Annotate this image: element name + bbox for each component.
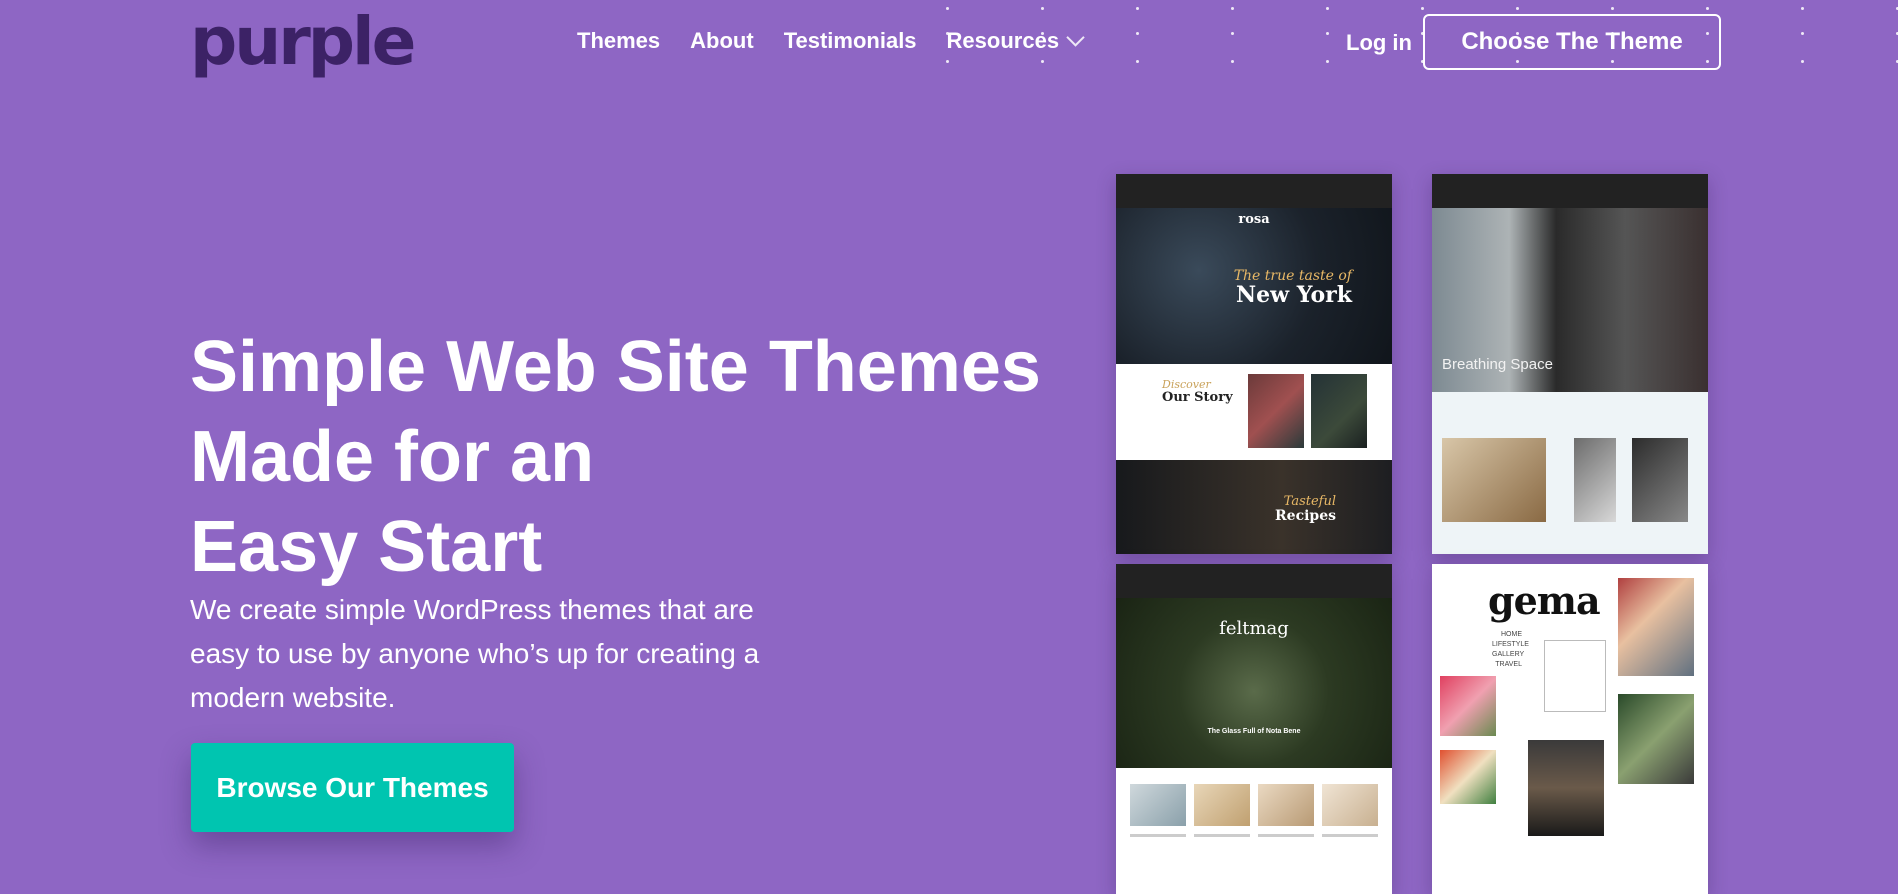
theme-card-rosa[interactable]: rosa The true taste of New York Discover… [1116,174,1392,554]
feltmag-brand: feltmag [1219,618,1289,639]
gema-photo-3 [1618,694,1694,784]
breathing-gallery [1432,392,1708,554]
feltmag-posts [1116,768,1392,894]
main-nav: Themes About Testimonials Resources [577,27,1112,54]
theme-card-gema[interactable]: gema HOME LIFESTYLE GALLERY TRAVEL [1432,564,1708,894]
hero-title-line-1: Simple Web Site Themes [190,327,1041,407]
breathing-photo-3 [1632,438,1688,522]
hero-title-line-3: Easy Start [190,507,543,587]
feltmag-thumb-4 [1322,784,1378,826]
nav-resources[interactable]: Resources [946,27,1085,54]
breathing-title: Breathing Space [1442,356,1553,373]
rosa-recipes-section: Tasteful Recipes [1116,460,1392,554]
theme-card-feltmag[interactable]: feltmag The Glass Full of Nota Bene [1116,564,1392,894]
gema-menu: HOME LIFESTYLE GALLERY TRAVEL [1492,630,1529,670]
rosa-brand: rosa [1238,212,1270,227]
breathing-photo-1 [1442,438,1546,522]
gema-photo-4 [1440,750,1496,804]
gema-photo-2 [1440,676,1496,736]
feltmag-post-text [1258,834,1314,837]
feltmag-thumb-3 [1258,784,1314,826]
rosa-tagline: New York [1235,282,1352,308]
browse-themes-button[interactable]: Browse Our Themes [191,743,514,832]
gema-photo-5 [1528,740,1604,836]
breathing-photo-2 [1574,438,1616,522]
gema-brand: gema [1488,578,1601,623]
rosa-story-title: Our Story [1162,390,1233,405]
feltmag-thumb-1 [1130,784,1186,826]
nav-testimonials-label: Testimonials [783,28,917,53]
nav-testimonials[interactable]: Testimonials [784,28,917,54]
card-top-bar [1432,174,1708,208]
theme-card-breathing-space[interactable]: Breathing Space [1432,174,1708,554]
nav-themes[interactable]: Themes [577,28,660,54]
feltmag-post-text [1130,834,1186,837]
logo[interactable]: purple [190,6,416,78]
feltmag-hero-image: feltmag The Glass Full of Nota Bene [1116,598,1392,768]
gema-menu-item: TRAVEL [1495,661,1522,668]
gema-menu-item: HOME [1501,631,1522,638]
nav-about[interactable]: About [690,28,754,54]
nav-themes-label: Themes [577,28,661,53]
rosa-hero-image: rosa The true taste of New York [1116,208,1392,364]
hero-title: Simple Web Site Themes Made for an Easy … [190,322,1041,592]
gema-photo-1 [1618,578,1694,676]
feltmag-post-text [1194,834,1250,837]
feltmag-thumb-2 [1194,784,1250,826]
rosa-story-image-1 [1248,374,1304,448]
chevron-down-icon [1066,27,1085,47]
feltmag-post-text [1322,834,1378,837]
choose-theme-button[interactable]: Choose The Theme [1423,14,1721,70]
gema-menu-item: GALLERY [1492,651,1525,658]
rosa-story-image-2 [1311,374,1367,448]
rosa-recipes-script: Tasteful [1283,494,1336,509]
hero-title-line-2: Made for an [190,417,595,497]
gema-page: gema HOME LIFESTYLE GALLERY TRAVEL [1432,564,1708,864]
rosa-recipes-title: Recipes [1275,508,1336,524]
hero-subtitle: We create simple WordPress themes that a… [190,594,760,713]
card-top-bar [1116,564,1392,598]
rosa-story-section: Discover Our Story [1116,364,1392,460]
nav-resources-label: Resources [946,28,1060,53]
gema-menu-item: LIFESTYLE [1492,641,1529,648]
breathing-hero-image: Breathing Space [1432,208,1708,392]
nav-about-label: About [690,28,754,53]
login-link[interactable]: Log in [1346,30,1412,56]
site-header: purple Themes About Testimonials Resourc… [0,0,1898,88]
feltmag-caption: The Glass Full of Nota Bene [1207,728,1301,735]
card-top-bar [1116,174,1392,208]
gema-text-box [1544,640,1606,712]
